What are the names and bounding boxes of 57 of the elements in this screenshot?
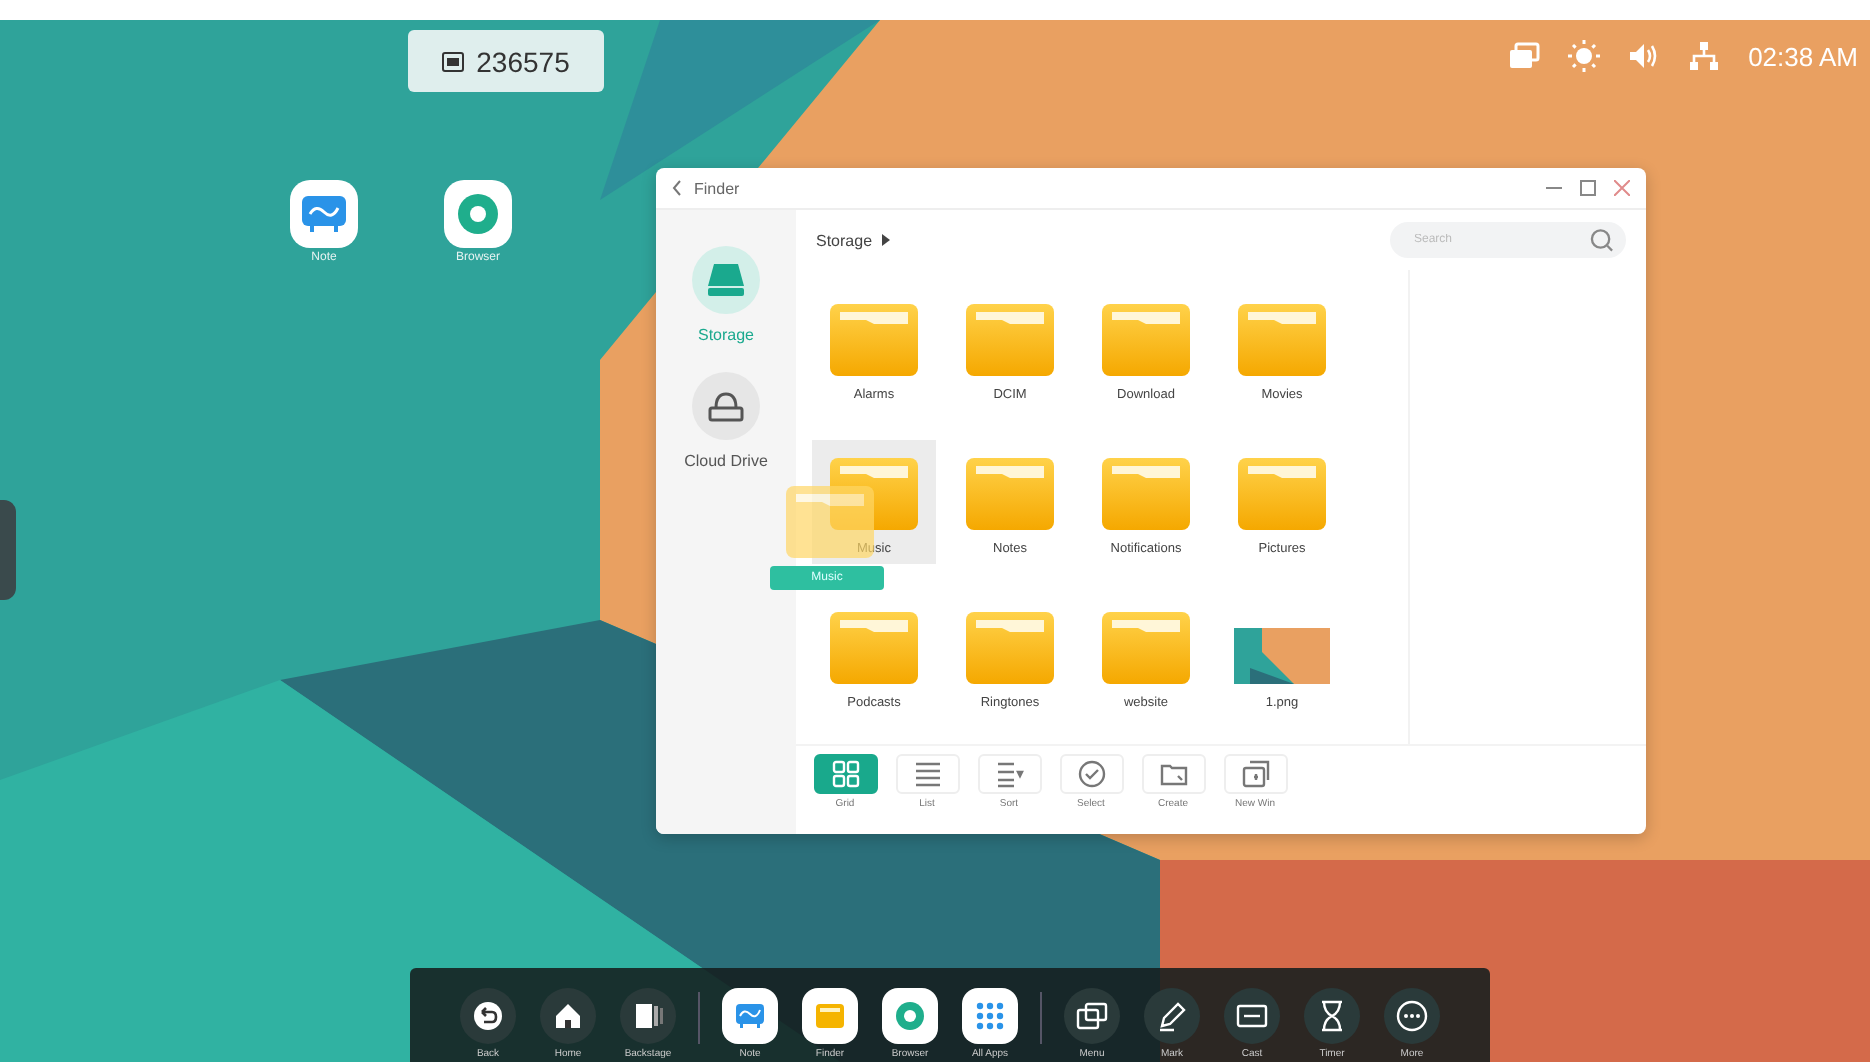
app-grid-icon [974,1000,1006,1032]
dock-button[interactable] [962,988,1018,1044]
breadcrumb[interactable]: Storage [816,231,873,249]
folder-icon [1102,304,1190,376]
folder-icon [966,304,1054,376]
side-handle[interactable] [0,500,16,600]
folder-icon [966,458,1054,530]
cast-icon [1236,1000,1268,1032]
folder-icon [966,612,1054,684]
sort-icon [995,760,1023,788]
dock-button[interactable] [882,988,938,1044]
clock-time: 02:38 AM [1748,41,1858,71]
folder-icon [1238,458,1326,530]
whiteboard-app-icon[interactable] [290,180,358,248]
dock-button[interactable] [1144,988,1200,1044]
dock-button[interactable] [620,988,676,1044]
folder-icon [1102,458,1190,530]
triangle-right-icon [882,234,891,246]
room-code-badge[interactable]: 236575 [408,30,604,92]
dock-button[interactable] [1224,988,1280,1044]
dock-button[interactable] [540,988,596,1044]
check-circle-icon [1077,760,1105,788]
folder-icon [814,1000,846,1032]
window-icon [1241,760,1269,788]
search-icon[interactable] [1590,228,1614,252]
maximize-icon[interactable] [1580,180,1596,196]
pen-icon [1156,1000,1188,1032]
back-chevron-icon[interactable] [672,180,682,196]
dock-button[interactable] [802,988,858,1044]
ring-app-icon[interactable] [444,180,512,248]
window-title: Finder [694,179,740,197]
folder-icon [830,612,918,684]
dock-button[interactable] [460,988,516,1044]
close-icon[interactable] [1614,180,1630,196]
folder-icon [1102,612,1190,684]
hourglass-icon [1316,1000,1348,1032]
folder-add-icon [1159,760,1187,788]
toolbar-button[interactable] [813,754,877,794]
dock-button[interactable] [1304,988,1360,1044]
folder-icon [830,304,918,376]
grid-icon [831,760,859,788]
image-thumbnail [1234,628,1330,684]
ring-icon [894,1000,926,1032]
folder-icon [1238,304,1326,376]
more-icon [1396,1000,1428,1032]
home-icon [552,1000,584,1032]
dock-button[interactable] [722,988,778,1044]
drive-icon [708,264,744,296]
whiteboard-icon [734,1000,766,1032]
list-icon [913,760,941,788]
window-stack-icon [632,1000,664,1032]
screen-icon [442,51,465,71]
dock-button[interactable] [1064,988,1120,1044]
screens-icon [1076,1000,1108,1032]
dock-button[interactable] [1384,988,1440,1044]
undo-icon [472,1000,504,1032]
room-code: 236575 [476,45,570,77]
